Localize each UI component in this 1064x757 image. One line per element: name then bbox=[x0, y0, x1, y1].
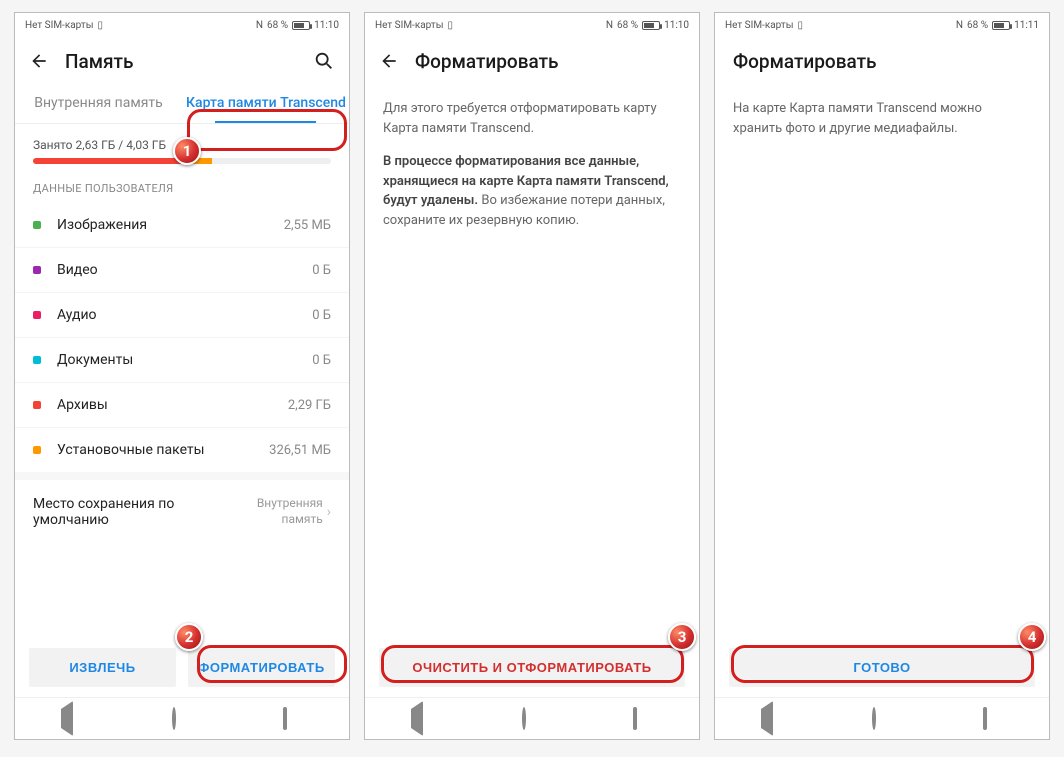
section-header: ДАННЫЕ ПОЛЬЗОВАТЕЛЯ bbox=[15, 182, 349, 203]
category-color-dot bbox=[33, 311, 41, 319]
nav-home-icon[interactable] bbox=[522, 709, 542, 729]
app-bar: Форматировать bbox=[365, 37, 699, 85]
category-label: Документы bbox=[57, 352, 312, 368]
battery-pct: 68 % bbox=[267, 20, 288, 31]
erase-and-format-button[interactable]: ОЧИСТИТЬ И ОТФОРМАТИРОВАТЬ bbox=[379, 648, 685, 687]
nfc-icon: N bbox=[606, 20, 613, 31]
category-color-dot bbox=[33, 266, 41, 274]
category-label: Аудио bbox=[57, 307, 312, 323]
nav-home-icon[interactable] bbox=[172, 709, 192, 729]
button-row: ГОТОВО bbox=[715, 648, 1049, 697]
nav-bar bbox=[365, 697, 699, 739]
sim-icon: ▯ bbox=[447, 20, 453, 31]
nav-back-icon[interactable] bbox=[411, 709, 431, 729]
status-time: 11:10 bbox=[314, 20, 339, 31]
category-color-dot bbox=[33, 221, 41, 229]
app-bar: Память bbox=[15, 37, 349, 85]
button-row: ОЧИСТИТЬ И ОТФОРМАТИРОВАТЬ bbox=[365, 648, 699, 697]
page-title: Форматировать bbox=[733, 50, 1035, 73]
nav-home-icon[interactable] bbox=[872, 709, 892, 729]
no-sim-label: Нет SIM-карты bbox=[375, 20, 443, 31]
usage-bar bbox=[33, 158, 331, 164]
default-location-value: Внутренняя память bbox=[227, 496, 323, 527]
storage-row[interactable]: Аудио0 Б bbox=[15, 293, 349, 338]
page-title: Память bbox=[65, 50, 297, 73]
default-location-label: Место сохранения по умолчанию bbox=[33, 496, 227, 528]
nav-back-icon[interactable] bbox=[61, 709, 81, 729]
category-size: 0 Б bbox=[312, 353, 331, 368]
content-area: Для этого требуется отформатировать карт… bbox=[365, 85, 699, 648]
nav-recent-icon[interactable] bbox=[633, 709, 653, 729]
storage-row[interactable]: Видео0 Б bbox=[15, 248, 349, 293]
sim-icon: ▯ bbox=[797, 20, 803, 31]
format-desc-1: Для этого требуется отформатировать карт… bbox=[383, 99, 681, 138]
nav-bar bbox=[715, 697, 1049, 739]
storage-tabs: Внутренняя память Карта памяти Transcend bbox=[15, 85, 349, 124]
battery-icon bbox=[992, 21, 1010, 30]
battery-icon bbox=[292, 21, 310, 30]
category-label: Изображения bbox=[57, 217, 284, 233]
nfc-icon: N bbox=[956, 20, 963, 31]
category-size: 0 Б bbox=[312, 263, 331, 278]
format-desc-2: В процессе форматирования все данные, хр… bbox=[383, 152, 681, 230]
eject-button[interactable]: ИЗВЛЕЧЬ bbox=[29, 648, 176, 687]
storage-row[interactable]: Установочные пакеты326,51 МБ bbox=[15, 428, 349, 472]
nfc-icon: N bbox=[256, 20, 263, 31]
format-done-desc: На карте Карта памяти Transcend можно хр… bbox=[733, 99, 1031, 138]
battery-pct: 68 % bbox=[967, 20, 988, 31]
done-button[interactable]: ГОТОВО bbox=[729, 648, 1035, 687]
status-time: 11:10 bbox=[664, 20, 689, 31]
category-size: 2,55 МБ bbox=[284, 218, 331, 233]
page-title: Форматировать bbox=[415, 50, 685, 73]
category-color-dot bbox=[33, 356, 41, 364]
tab-internal[interactable]: Внутренняя память bbox=[15, 85, 182, 123]
storage-row[interactable]: Изображения2,55 МБ bbox=[15, 203, 349, 248]
phone-screen-format-confirm: 3 Нет SIM-карты ▯ N 68 % 11:10 Форматиро… bbox=[364, 12, 700, 740]
nav-recent-icon[interactable] bbox=[983, 709, 1003, 729]
phone-screen-memory: 1 2 Нет SIM-карты ▯ N 68 % 11:10 Память … bbox=[14, 12, 350, 740]
format-button[interactable]: ФОРМАТИРОВАТЬ bbox=[188, 648, 335, 687]
default-location-row[interactable]: Место сохранения по умолчанию Внутренняя… bbox=[15, 472, 349, 544]
category-label: Видео bbox=[57, 262, 312, 278]
storage-row[interactable]: Документы0 Б bbox=[15, 338, 349, 383]
content-area: На карте Карта памяти Transcend можно хр… bbox=[715, 85, 1049, 648]
nav-back-icon[interactable] bbox=[761, 709, 781, 729]
back-icon[interactable] bbox=[29, 51, 49, 71]
nav-recent-icon[interactable] bbox=[283, 709, 303, 729]
back-icon[interactable] bbox=[379, 51, 399, 71]
status-bar: Нет SIM-карты ▯ N 68 % 11:11 bbox=[715, 13, 1049, 37]
battery-icon bbox=[642, 21, 660, 30]
status-bar: Нет SIM-карты ▯ N 68 % 11:10 bbox=[15, 13, 349, 37]
phone-screen-format-done: 4 Нет SIM-карты ▯ N 68 % 11:11 Форматиро… bbox=[714, 12, 1050, 740]
category-size: 326,51 МБ bbox=[269, 443, 331, 458]
category-size: 0 Б bbox=[312, 308, 331, 323]
status-time: 11:11 bbox=[1014, 20, 1039, 31]
no-sim-label: Нет SIM-карты bbox=[725, 20, 793, 31]
category-color-dot bbox=[33, 401, 41, 409]
category-size: 2,29 ГБ bbox=[288, 398, 331, 413]
tab-sdcard[interactable]: Карта памяти Transcend bbox=[182, 85, 349, 123]
nav-bar bbox=[15, 697, 349, 739]
usage-text: Занято 2,63 ГБ / 4,03 ГБ bbox=[15, 124, 349, 158]
category-label: Архивы bbox=[57, 397, 288, 413]
app-bar: Форматировать bbox=[715, 37, 1049, 85]
chevron-right-icon: › bbox=[327, 504, 331, 520]
category-label: Установочные пакеты bbox=[57, 442, 269, 458]
category-color-dot bbox=[33, 446, 41, 454]
battery-pct: 68 % bbox=[617, 20, 638, 31]
content-area: Занято 2,63 ГБ / 4,03 ГБ ДАННЫЕ ПОЛЬЗОВА… bbox=[15, 124, 349, 648]
status-bar: Нет SIM-карты ▯ N 68 % 11:10 bbox=[365, 13, 699, 37]
search-icon[interactable] bbox=[313, 50, 335, 72]
storage-row[interactable]: Архивы2,29 ГБ bbox=[15, 383, 349, 428]
sim-icon: ▯ bbox=[97, 20, 103, 31]
button-row: ИЗВЛЕЧЬ ФОРМАТИРОВАТЬ bbox=[15, 648, 349, 697]
no-sim-label: Нет SIM-карты bbox=[25, 20, 93, 31]
